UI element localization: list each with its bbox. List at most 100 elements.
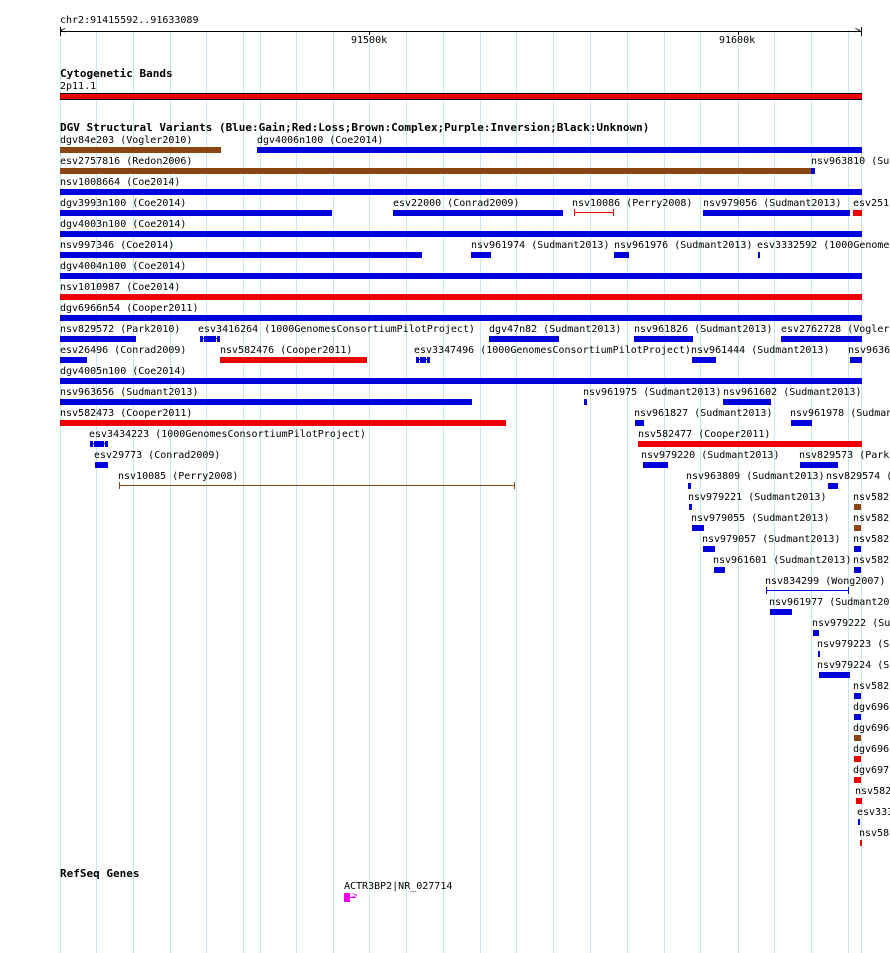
dgv-feature-bar[interactable] bbox=[770, 609, 792, 615]
track-title-dgv[interactable]: DGV Structural Variants (Blue:Gain;Red:L… bbox=[60, 121, 649, 134]
dgv-feature-label[interactable]: nsv834299 (Wong2007) bbox=[765, 576, 885, 587]
dgv-feature-label[interactable]: esv29773 (Conrad2009) bbox=[94, 450, 220, 461]
dgv-feature-label[interactable]: nsv582 bbox=[853, 492, 889, 503]
dgv-feature-label[interactable]: nsv979055 (Sudmant2013) bbox=[691, 513, 829, 524]
dgv-feature-label[interactable]: esv2762728 (Vogler bbox=[781, 324, 889, 335]
dgv-feature-bar[interactable] bbox=[689, 504, 692, 510]
dgv-feature-label[interactable]: nsv979056 (Sudmant2013) bbox=[703, 198, 841, 209]
dgv-feature-bar[interactable] bbox=[60, 420, 506, 426]
dgv-feature-bar[interactable] bbox=[60, 378, 862, 384]
dgv-feature-bar[interactable] bbox=[60, 294, 862, 300]
dgv-feature-bar[interactable] bbox=[220, 357, 367, 363]
dgv-feature-bar[interactable] bbox=[489, 336, 559, 342]
dgv-feature-label[interactable]: nsv961978 (Sudmant bbox=[790, 408, 890, 419]
dgv-feature-bar[interactable] bbox=[811, 168, 815, 174]
dgv-feature-bar[interactable] bbox=[574, 212, 614, 213]
dgv-feature-label[interactable]: dgv4006n100 (Coe2014) bbox=[257, 135, 383, 146]
dgv-feature-bar[interactable] bbox=[60, 315, 862, 321]
dgv-feature-label[interactable]: esv3434223 (1000GenomesConsortiumPilotPr… bbox=[89, 429, 366, 440]
dgv-feature-label[interactable]: esv2757816 (Redon2006) bbox=[60, 156, 192, 167]
dgv-feature-label[interactable]: nsv961827 (Sudmant2013) bbox=[634, 408, 772, 419]
dgv-feature-label[interactable]: esv3332592 (1000Genome bbox=[757, 240, 889, 251]
dgv-feature-bar[interactable] bbox=[703, 210, 850, 216]
dgv-feature-label[interactable]: nsv961826 (Sudmant2013) bbox=[634, 324, 772, 335]
dgv-feature-bar[interactable] bbox=[853, 210, 862, 216]
dgv-feature-label[interactable]: nsv829572 (Park2010) bbox=[60, 324, 180, 335]
dgv-feature-label[interactable]: nsv582476 (Cooper2011) bbox=[220, 345, 352, 356]
dgv-feature-bar[interactable] bbox=[60, 231, 862, 237]
gene-label[interactable]: ACTR3BP2|NR_027714 bbox=[344, 881, 452, 892]
dgv-feature-label[interactable]: nsv582 bbox=[853, 681, 889, 692]
dgv-feature-bar[interactable] bbox=[60, 252, 422, 258]
dgv-feature-label[interactable]: nsv10085 (Perry2008) bbox=[118, 471, 238, 482]
dgv-feature-bar[interactable] bbox=[813, 630, 819, 636]
dgv-feature-label[interactable]: nsv979057 (Sudmant2013) bbox=[702, 534, 840, 545]
dgv-feature-bar[interactable] bbox=[854, 567, 861, 573]
dgv-feature-label[interactable]: nsv979222 (Su bbox=[812, 618, 890, 629]
dgv-feature-bar[interactable] bbox=[614, 252, 629, 258]
dgv-feature-label[interactable]: dgv6966n54 (Cooper2011) bbox=[60, 303, 198, 314]
track-title-refseq[interactable]: RefSeq Genes bbox=[60, 867, 139, 880]
dgv-feature-bar[interactable] bbox=[766, 590, 849, 591]
dgv-feature-label[interactable]: nsv963656 (Sudmant2013) bbox=[60, 387, 198, 398]
dgv-feature-bar[interactable] bbox=[703, 546, 715, 552]
dgv-feature-label[interactable]: nsv961601 (Sudmant2013) bbox=[713, 555, 851, 566]
dgv-feature-label[interactable]: dgv4003n100 (Coe2014) bbox=[60, 219, 186, 230]
dgv-feature-label[interactable]: nsv829574 ( bbox=[826, 471, 890, 482]
dgv-feature-bar[interactable] bbox=[828, 483, 838, 489]
dgv-feature-bar[interactable] bbox=[858, 819, 860, 825]
dgv-feature-label[interactable]: nsv58 bbox=[859, 828, 889, 839]
dgv-feature-bar[interactable] bbox=[634, 336, 693, 342]
track-title-cytobands[interactable]: Cytogenetic Bands bbox=[60, 67, 173, 80]
dgv-feature-bar[interactable] bbox=[854, 735, 861, 741]
dgv-feature-bar[interactable] bbox=[635, 420, 644, 426]
dgv-feature-label[interactable]: nsv961602 (Sudmant2013) bbox=[723, 387, 861, 398]
dgv-feature-bar[interactable] bbox=[854, 693, 861, 699]
dgv-feature-bar[interactable] bbox=[723, 399, 771, 405]
dgv-feature-bar[interactable] bbox=[854, 525, 861, 531]
dgv-feature-bar[interactable] bbox=[471, 252, 491, 258]
dgv-feature-label[interactable]: nsv582 bbox=[855, 786, 890, 797]
dgv-feature-label[interactable]: esv3416264 (1000GenomesConsortiumPilotPr… bbox=[198, 324, 475, 335]
dgv-feature-label[interactable]: nsv582 bbox=[853, 513, 889, 524]
dgv-feature-bar[interactable] bbox=[854, 777, 861, 783]
dgv-feature-bar[interactable] bbox=[692, 357, 716, 363]
dgv-feature-bar[interactable] bbox=[854, 546, 861, 552]
dgv-feature-bar[interactable] bbox=[393, 210, 563, 216]
dgv-feature-label[interactable]: nsv979220 (Sudmant2013) bbox=[641, 450, 779, 461]
dgv-feature-label[interactable]: nsv979221 (Sudmant2013) bbox=[688, 492, 826, 503]
dgv-feature-bar[interactable] bbox=[856, 798, 862, 804]
dgv-feature-bar[interactable] bbox=[714, 567, 725, 573]
dgv-feature-label[interactable]: nsv979223 (S bbox=[817, 639, 889, 650]
dgv-feature-label[interactable]: nsv829573 (Park bbox=[799, 450, 889, 461]
dgv-feature-label[interactable]: dgv4004n100 (Coe2014) bbox=[60, 261, 186, 272]
dgv-feature-bar[interactable] bbox=[60, 273, 862, 279]
dgv-feature-label[interactable]: nsv997346 (Coe2014) bbox=[60, 240, 174, 251]
dgv-feature-label[interactable]: dgv696 bbox=[853, 723, 889, 734]
dgv-feature-label[interactable]: nsv961444 (Sudmant2013) bbox=[691, 345, 829, 356]
dgv-feature-bar[interactable] bbox=[758, 252, 760, 258]
dgv-feature-bar[interactable] bbox=[95, 462, 108, 468]
dgv-feature-label[interactable]: dgv3993n100 (Coe2014) bbox=[60, 198, 186, 209]
dgv-feature-bar[interactable] bbox=[791, 420, 812, 426]
dgv-feature-bar[interactable] bbox=[638, 441, 862, 447]
dgv-feature-label[interactable]: dgv47n82 (Sudmant2013) bbox=[489, 324, 621, 335]
dgv-feature-label[interactable]: dgv697 bbox=[853, 765, 889, 776]
dgv-feature-bar[interactable] bbox=[119, 485, 515, 486]
dgv-feature-bar[interactable] bbox=[854, 504, 861, 510]
dgv-feature-label[interactable]: nsv582473 (Cooper2011) bbox=[60, 408, 192, 419]
dgv-feature-bar[interactable] bbox=[60, 168, 811, 174]
dgv-feature-bar[interactable] bbox=[60, 399, 472, 405]
dgv-feature-label[interactable]: nsv961977 (Sudmant20 bbox=[769, 597, 889, 608]
dgv-feature-label[interactable]: nsv10086 (Perry2008) bbox=[572, 198, 692, 209]
dgv-feature-bar[interactable] bbox=[854, 714, 861, 720]
dgv-feature-bar[interactable] bbox=[643, 462, 668, 468]
dgv-feature-bar[interactable] bbox=[60, 336, 136, 342]
dgv-feature-bar[interactable] bbox=[688, 483, 691, 489]
dgv-feature-bar[interactable] bbox=[854, 756, 861, 762]
dgv-feature-label[interactable]: esv251 bbox=[853, 198, 889, 209]
cytoband-bar[interactable] bbox=[60, 93, 862, 100]
dgv-feature-label[interactable]: nsv582 bbox=[853, 555, 889, 566]
dgv-feature-label[interactable]: nsv1008664 (Coe2014) bbox=[60, 177, 180, 188]
dgv-feature-bar[interactable] bbox=[819, 672, 850, 678]
